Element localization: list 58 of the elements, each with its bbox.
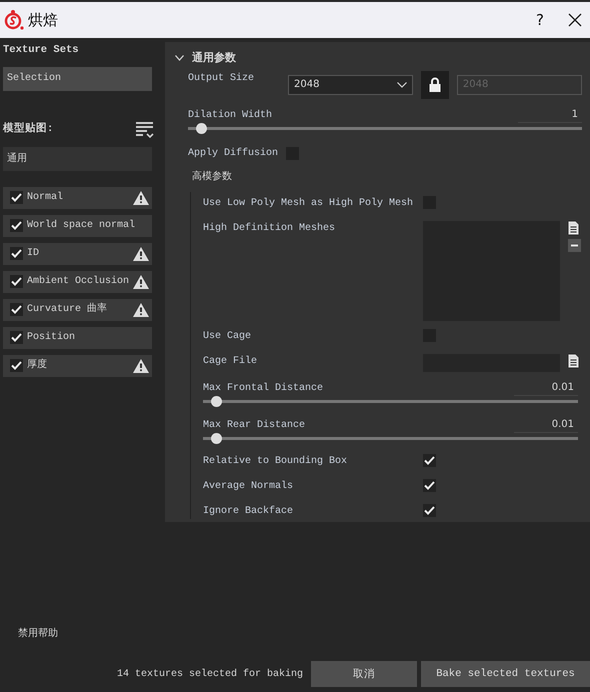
field-label: Max Rear Distance [203,418,306,432]
section-title: 通用参数 [192,50,236,66]
section-label: 模型贴图: [3,122,54,137]
chevron-icon[interactable] [175,55,184,62]
checkbox[interactable] [10,331,23,344]
slider-thumb[interactable] [210,432,222,444]
field-label: Ignore Backface [203,504,294,518]
checkbox[interactable] [423,454,436,466]
value-field[interactable]: 0.01 [514,416,578,432]
map-label: ID [27,247,40,262]
texture-set-field[interactable]: Selection [3,66,152,91]
map-label: 厚度 [27,358,48,374]
checkbox[interactable] [10,219,23,232]
status-text: 14 textures selected for baking [116,668,303,682]
checkbox[interactable] [423,504,436,516]
field-label: Relative to Bounding Box [203,454,348,468]
field-label: High Definition Meshes [203,222,336,236]
map-label: Position [27,330,76,346]
checkbox[interactable] [10,359,23,372]
checkbox[interactable] [423,478,436,492]
document-icon[interactable] [568,354,579,368]
filter-field[interactable]: 通用 [3,146,152,171]
document-icon[interactable] [568,220,581,234]
slider-thumb[interactable] [196,122,207,134]
field-label: Max Frontal Distance [203,382,324,396]
close-icon[interactable] [568,13,582,27]
section-label: Texture Sets [3,43,80,58]
field-label: Apply Diffusion [188,146,278,160]
section-title: 高模参数 [192,170,233,184]
map-label: Curvature 曲率 [27,302,108,318]
lock-button[interactable] [421,70,449,98]
value-field[interactable]: 0.01 [514,380,578,396]
app-logo-icon [4,9,24,31]
field-label: Cage File [203,354,258,368]
caret-icon [397,82,408,88]
field-label: Output Size [188,72,254,86]
bake-button[interactable]: Bake selected textures [421,661,590,687]
map-label: Normal [27,190,64,206]
value-field[interactable]: 1 [518,106,582,122]
filter-list-icon[interactable] [135,120,155,139]
field-label: Use Low Poly Mesh as High Poly Mesh [203,196,414,210]
map-label: World space normal [27,218,136,234]
checkbox[interactable] [10,275,23,288]
field-label: Dilation Width [188,108,272,122]
remove-icon[interactable] [568,238,581,252]
checkbox[interactable] [10,191,23,204]
checkbox[interactable] [10,247,23,260]
help-button[interactable]: ? [536,8,544,32]
checkbox[interactable] [10,303,23,316]
window-title: 烘焙 [28,10,58,31]
slider-thumb[interactable] [210,396,222,406]
field-label: Use Cage [203,330,252,344]
help-toggle[interactable]: 禁用帮助 [18,626,590,641]
field-label: Average Normals [203,480,294,494]
size-dropdown[interactable]: 2048 [288,74,414,94]
lock-icon [429,77,442,92]
cancel-button[interactable]: 取消 [311,661,417,687]
map-label: Ambient Occlusion [27,274,130,290]
